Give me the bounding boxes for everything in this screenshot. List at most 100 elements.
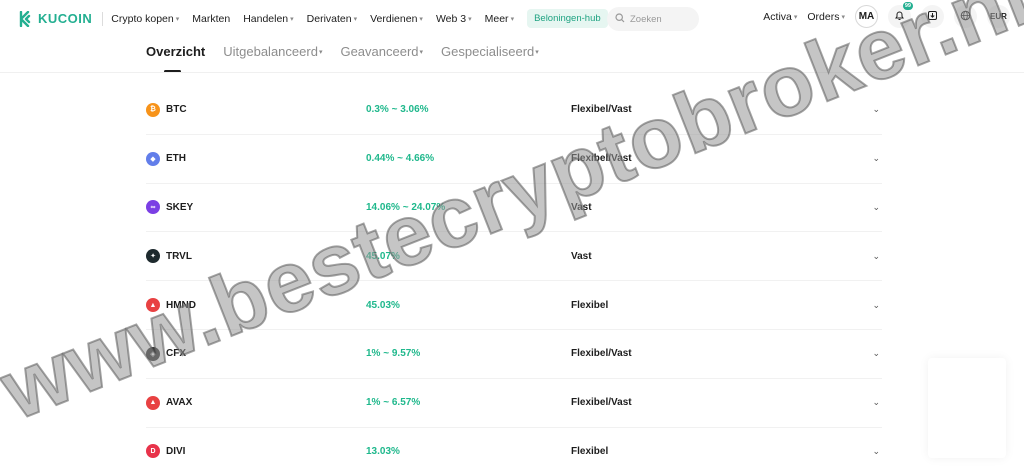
- coin-name: DIVI: [166, 445, 186, 457]
- term-value: Vast: [571, 201, 592, 213]
- table-row[interactable]: ◈ CFX 1% ~ 9.57% Flexibel/Vast ⌄: [146, 330, 882, 379]
- search-box[interactable]: [607, 7, 699, 31]
- table-row[interactable]: ₿ BTC 0.3% ~ 3.06% Flexibel/Vast ⌄: [146, 86, 882, 135]
- user-avatar[interactable]: MA: [855, 5, 878, 28]
- nav-item-label: Web 3: [435, 12, 467, 25]
- rewards-hub-button[interactable]: Beloningen-hub: [527, 9, 608, 28]
- chevron-down-icon[interactable]: ⌄: [872, 446, 880, 457]
- logo-text: KUCOIN: [38, 11, 93, 26]
- chevron-down-icon[interactable]: ⌄: [872, 153, 880, 164]
- apr-value: 0.3% ~ 3.06%: [366, 104, 429, 116]
- tab-label: Uitgebalanceerd: [223, 44, 318, 59]
- nav-item-handelen[interactable]: Handelen ▾: [243, 13, 293, 25]
- tabs-divider: [0, 72, 1024, 73]
- table-row[interactable]: ▲ HMND 45.03% Flexibel ⌄: [146, 281, 882, 330]
- earn-category-tabs: Overzicht Uitgebalanceerd ▾ Geavanceerd ▾ Ges…: [146, 44, 539, 73]
- download-icon: [927, 10, 938, 23]
- table-row[interactable]: ∞ SKEY 14.06% ~ 24.07% Vast ⌄: [146, 184, 882, 233]
- avax-coin-icon: ▲: [146, 395, 160, 410]
- coin-cell: D DIVI: [146, 444, 366, 459]
- hmnd-coin-icon: ▲: [146, 298, 160, 313]
- nav-item-markten[interactable]: Markten: [192, 13, 230, 25]
- term-value: Flexibel: [571, 445, 609, 457]
- tab-uitgebalanceerd[interactable]: Uitgebalanceerd ▾: [223, 44, 322, 59]
- chevron-down-icon: ▾: [793, 13, 798, 21]
- coin-cell: ₿ BTC: [146, 102, 366, 117]
- term-value: Flexibel/Vast: [571, 104, 632, 116]
- divi-coin-icon: D: [146, 444, 160, 459]
- chevron-down-icon: ▾: [510, 15, 515, 23]
- term-value: Flexibel/Vast: [571, 397, 632, 409]
- chevron-down-icon[interactable]: ⌄: [872, 104, 880, 115]
- chevron-down-icon[interactable]: ⌄: [872, 300, 880, 311]
- bell-icon: [894, 10, 905, 23]
- assets-label: Activa: [763, 10, 792, 23]
- table-row[interactable]: ◆ ETH 0.44% ~ 4.66% Flexibel/Vast ⌄: [146, 135, 882, 184]
- nav-item-crypto-kopen[interactable]: Crypto kopen ▾: [111, 13, 179, 25]
- apr-value: 0.44% ~ 4.66%: [366, 153, 435, 165]
- apr-value: 13.03%: [366, 445, 400, 457]
- nav-item-label: Crypto kopen: [111, 12, 174, 25]
- chevron-down-icon: ▾: [353, 15, 358, 23]
- chevron-down-icon[interactable]: ⌄: [872, 202, 880, 213]
- chevron-down-icon: ▾: [318, 48, 323, 56]
- assets-menu[interactable]: Activa ▾: [763, 11, 797, 23]
- floating-panel: [928, 358, 1006, 458]
- nav-item-verdienen[interactable]: Verdienen ▾: [370, 13, 423, 25]
- notification-badge: 99: [902, 2, 913, 10]
- coin-name: HMND: [166, 299, 196, 311]
- tab-gespecialiseerd[interactable]: Gespecialiseerd ▾: [441, 44, 539, 59]
- tab-overzicht[interactable]: Overzicht: [146, 44, 205, 73]
- currency-button[interactable]: EUR: [987, 5, 1010, 28]
- coin-name: BTC: [166, 104, 187, 116]
- chevron-down-icon[interactable]: ⌄: [872, 397, 880, 408]
- coin-name: SKEY: [166, 201, 194, 213]
- coin-cell: ◈ CFX: [146, 346, 366, 361]
- tab-label: Geavanceerd: [340, 44, 419, 59]
- chevron-down-icon: ▾: [535, 48, 539, 56]
- search-icon: [615, 10, 625, 28]
- download-button[interactable]: [921, 5, 944, 28]
- chevron-down-icon: ▾: [468, 15, 472, 23]
- coin-cell: ✦ TRVL: [146, 249, 366, 264]
- table-row[interactable]: D DIVI 13.03% Flexibel ⌄: [146, 428, 882, 475]
- chevron-down-icon: ▾: [419, 48, 424, 56]
- earn-products-table: ₿ BTC 0.3% ~ 3.06% Flexibel/Vast ⌄ ◆ ETH 0.44% …: [146, 86, 882, 475]
- nav-item-web-3[interactable]: Web 3 ▾: [436, 13, 472, 25]
- cfx-coin-icon: ◈: [146, 346, 160, 361]
- chevron-down-icon[interactable]: ⌄: [872, 251, 880, 262]
- chevron-down-icon: ▾: [175, 15, 180, 23]
- chevron-down-icon: ▾: [290, 15, 294, 23]
- coin-name: CFX: [166, 348, 186, 360]
- apr-value: 1% ~ 6.57%: [366, 397, 421, 409]
- search-input[interactable]: [630, 13, 690, 25]
- nav-item-derivaten[interactable]: Derivaten ▾: [307, 13, 357, 25]
- btc-coin-icon: ₿: [146, 102, 160, 117]
- apr-value: 14.06% ~ 24.07%: [366, 201, 446, 213]
- notifications-button[interactable]: 99: [888, 2, 913, 28]
- chevron-down-icon: ▾: [841, 13, 845, 21]
- tab-label: Gespecialiseerd: [441, 44, 535, 59]
- language-button[interactable]: [954, 5, 977, 28]
- nav-item-meer[interactable]: Meer ▾: [485, 13, 514, 25]
- nav-item-label: Meer: [484, 12, 509, 25]
- nav-item-label: Markten: [192, 12, 231, 25]
- nav-item-label: Derivaten: [306, 12, 352, 25]
- term-value: Flexibel/Vast: [571, 153, 632, 165]
- nav-item-label: Handelen: [243, 12, 289, 25]
- tab-geavanceerd[interactable]: Geavanceerd ▾: [340, 44, 423, 59]
- coin-name: AVAX: [166, 397, 193, 409]
- kucoin-logo-icon: [18, 10, 34, 27]
- skey-coin-icon: ∞: [146, 200, 160, 215]
- kucoin-logo[interactable]: KUCOIN: [18, 10, 93, 27]
- nav-item-label: Verdienen: [370, 12, 418, 25]
- table-row[interactable]: ✦ TRVL 45.07% Vast ⌄: [146, 232, 882, 282]
- coin-cell: ∞ SKEY: [146, 200, 366, 215]
- orders-menu[interactable]: Orders ▾: [807, 11, 845, 23]
- apr-value: 1% ~ 9.57%: [366, 348, 421, 360]
- chevron-down-icon[interactable]: ⌄: [872, 348, 880, 359]
- page: KUCOIN Crypto kopen ▾ Markten Handelen ▾ Deri…: [0, 0, 1024, 475]
- term-value: Vast: [571, 250, 592, 262]
- coin-cell: ◆ ETH: [146, 151, 366, 166]
- table-row[interactable]: ▲ AVAX 1% ~ 6.57% Flexibel/Vast ⌄: [146, 379, 882, 428]
